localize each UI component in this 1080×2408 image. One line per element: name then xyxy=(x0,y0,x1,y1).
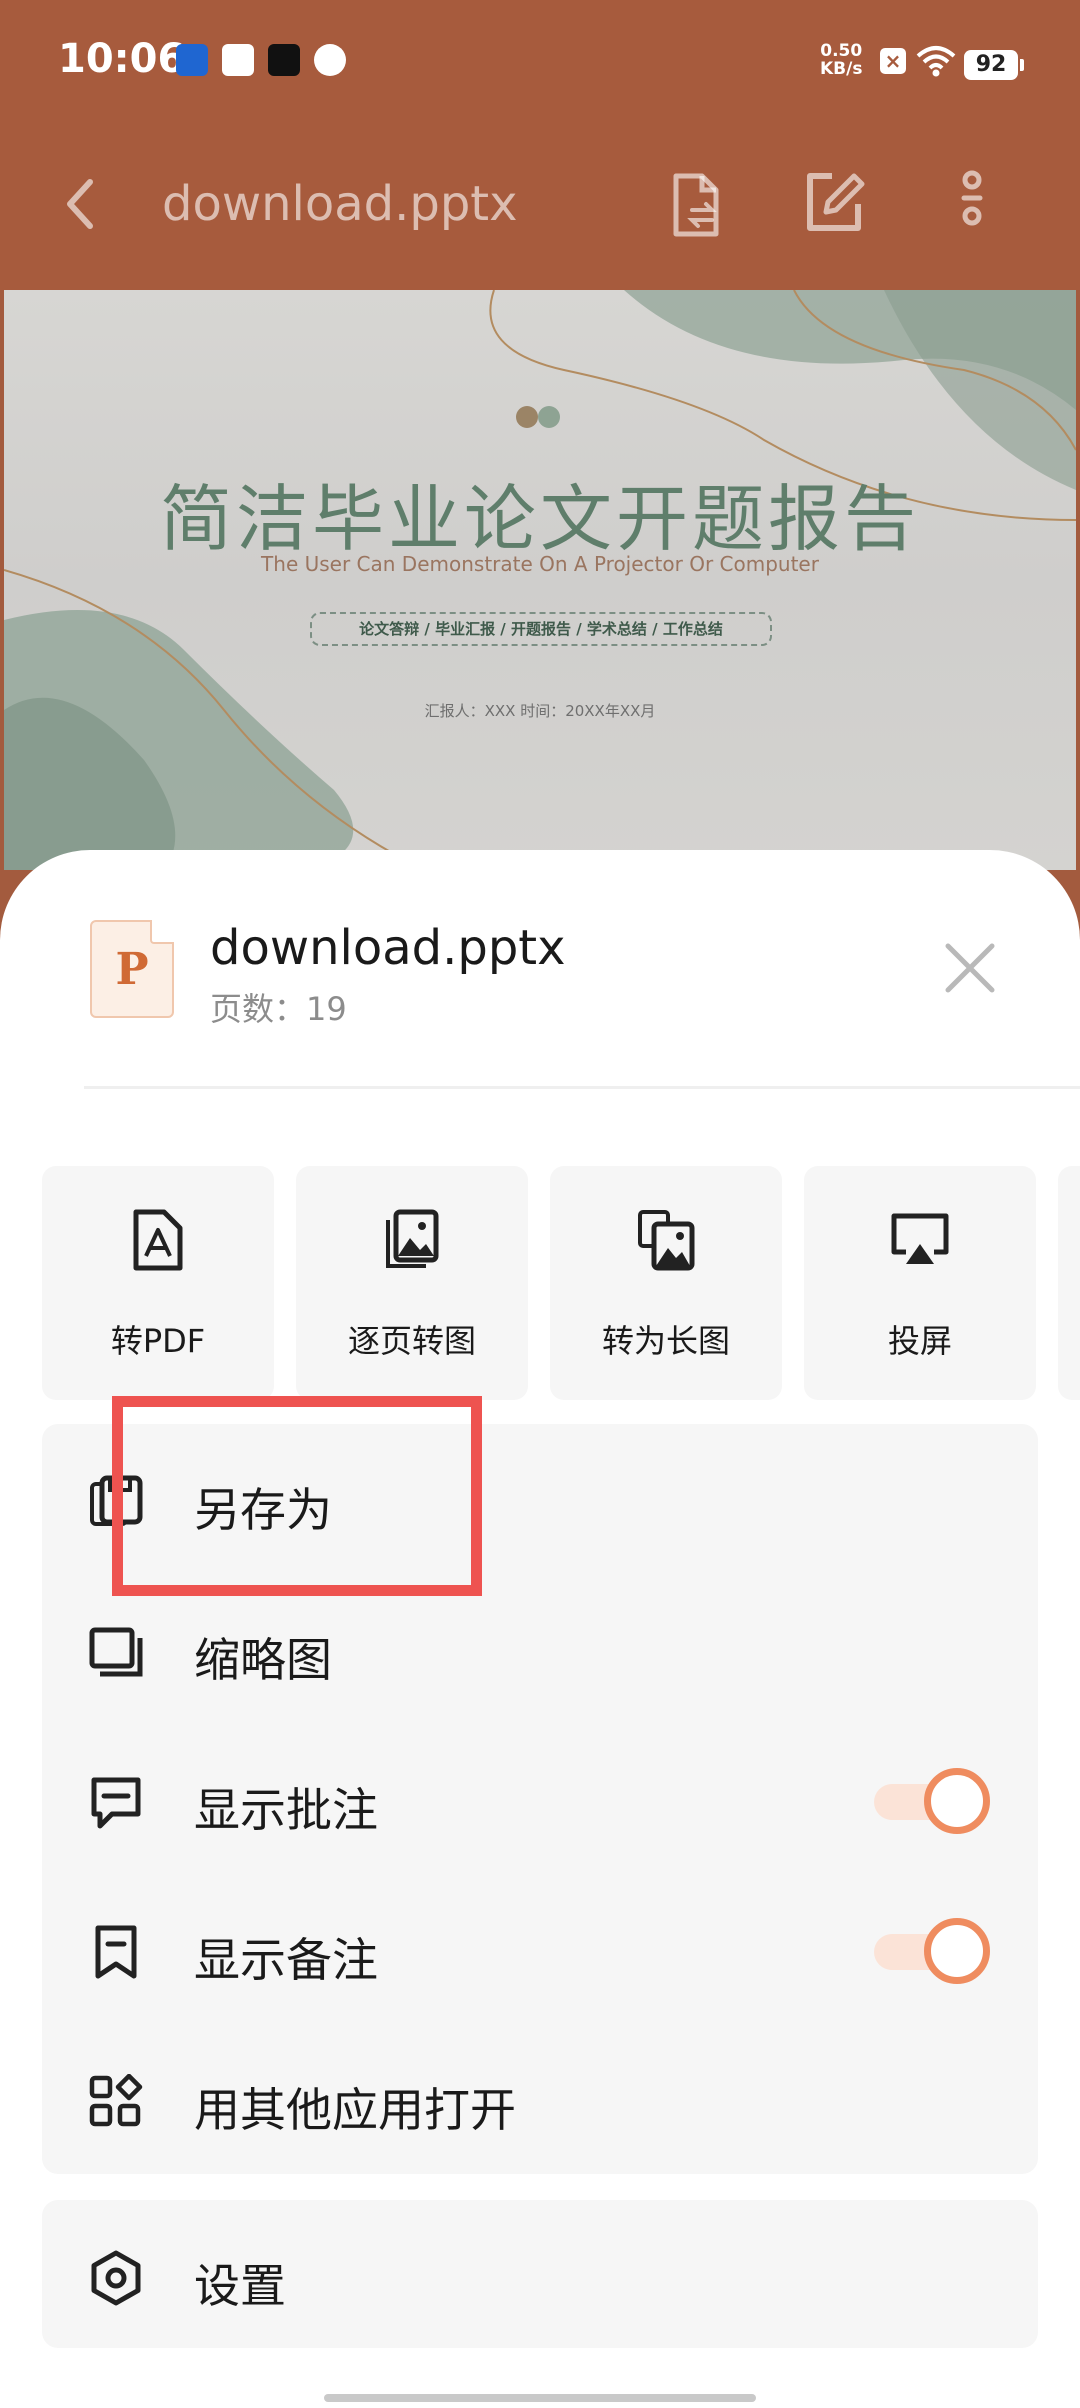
more-options-sheet: P download.pptx 页数：19 转PDF 逐页转图 转为长图 投屏 … xyxy=(0,850,1080,2408)
edit-icon xyxy=(807,173,865,231)
network-speed-unit: KB/s xyxy=(820,59,863,79)
page-images-icon xyxy=(296,1208,528,1272)
show-comments-label: 显示批注 xyxy=(194,1783,378,1837)
quick-actions: 转PDF 逐页转图 转为长图 投屏 xyxy=(42,1166,1080,1400)
slide-subtitle: The User Can Demonstrate On A Projector … xyxy=(261,552,819,576)
mail-icon xyxy=(222,44,254,76)
browser-icon xyxy=(314,44,346,76)
sheet-divider xyxy=(84,1086,1080,1089)
settings-icon xyxy=(91,2250,141,2306)
slide-title: 简洁毕业论文开题报告 xyxy=(159,477,920,561)
cast-icon xyxy=(804,1208,1036,1272)
convert-pdf-button[interactable]: 转PDF xyxy=(42,1166,274,1400)
status-time: 10:06 xyxy=(58,36,186,82)
sheet-file-name: download.pptx xyxy=(210,920,566,976)
network-speed: 0.50 KB/s xyxy=(820,42,862,78)
thumbnail-label: 缩略图 xyxy=(194,1633,332,1687)
settings-label: 设置 xyxy=(194,2259,286,2313)
more-vertical-icon xyxy=(961,170,983,226)
close-sheet-button[interactable] xyxy=(940,938,1000,998)
more-options-button[interactable] xyxy=(952,170,992,234)
home-indicator[interactable] xyxy=(324,2394,756,2402)
tiktok-icon xyxy=(268,44,300,76)
page-to-images-button[interactable]: 逐页转图 xyxy=(296,1166,528,1400)
baidu-icon xyxy=(176,44,208,76)
slide-background-shapes xyxy=(4,290,1076,870)
wifi-icon xyxy=(916,44,956,78)
pdf-icon xyxy=(42,1208,274,1272)
cast-screen-button[interactable]: 投屏 xyxy=(804,1166,1036,1400)
more-actions-peek[interactable] xyxy=(1058,1166,1080,1400)
status-app-icons xyxy=(176,44,346,76)
highlight-box xyxy=(112,1396,482,1596)
slide-preview[interactable]: 简洁毕业论文开题报告 The User Can Demonstrate On A… xyxy=(4,290,1076,870)
convert-pdf-label: 转PDF xyxy=(110,1322,206,1360)
show-notes-label: 显示备注 xyxy=(194,1933,378,1987)
slide-tags: 论文答辩 / 毕业汇报 / 开题报告 / 学术总结 / 工作总结 xyxy=(310,612,772,646)
network-speed-value: 0.50 xyxy=(820,41,863,61)
battery-icon: 92 xyxy=(964,50,1024,80)
comment-icon xyxy=(91,1777,141,1829)
settings-item[interactable]: 设置 xyxy=(42,2200,1038,2348)
settings-row: 设置 xyxy=(42,2200,1038,2350)
status-bar: 10:06 0.50 KB/s × 92 xyxy=(0,0,1080,130)
slide-meta: 汇报人：XXX 时间：20XX年XX月 xyxy=(424,702,656,720)
apps-icon xyxy=(89,2074,143,2127)
pptx-file-icon: P xyxy=(90,920,174,1018)
back-button[interactable] xyxy=(60,174,100,234)
open-with-item[interactable]: 用其他应用打开 xyxy=(42,2024,1038,2174)
close-icon xyxy=(945,943,995,993)
x-icon: × xyxy=(880,48,906,74)
open-with-label: 用其他应用打开 xyxy=(194,2083,516,2137)
sheet-page-count: 页数：19 xyxy=(210,990,347,1028)
long-image-icon xyxy=(550,1208,782,1272)
convert-document-button[interactable] xyxy=(666,170,726,240)
document-title: download.pptx xyxy=(162,176,518,232)
back-icon xyxy=(67,179,93,229)
show-comments-item: 显示批注 xyxy=(42,1724,1038,1874)
long-image-button[interactable]: 转为长图 xyxy=(550,1166,782,1400)
cast-screen-label: 投屏 xyxy=(887,1322,952,1360)
show-notes-item: 显示备注 xyxy=(42,1874,1038,2024)
page-to-images-label: 逐页转图 xyxy=(347,1322,476,1360)
long-image-label: 转为长图 xyxy=(601,1322,730,1360)
thumbnail-icon xyxy=(89,1627,143,1677)
edit-button[interactable] xyxy=(802,170,866,234)
show-notes-toggle[interactable] xyxy=(874,1918,992,1984)
document-convert-icon xyxy=(673,173,719,237)
top-toolbar: download.pptx xyxy=(0,130,1080,290)
show-comments-toggle[interactable] xyxy=(874,1768,992,1834)
notes-icon xyxy=(95,1925,137,1979)
slide-decor-dots xyxy=(516,406,560,428)
thumbnail-item[interactable]: 缩略图 xyxy=(42,1574,1038,1724)
